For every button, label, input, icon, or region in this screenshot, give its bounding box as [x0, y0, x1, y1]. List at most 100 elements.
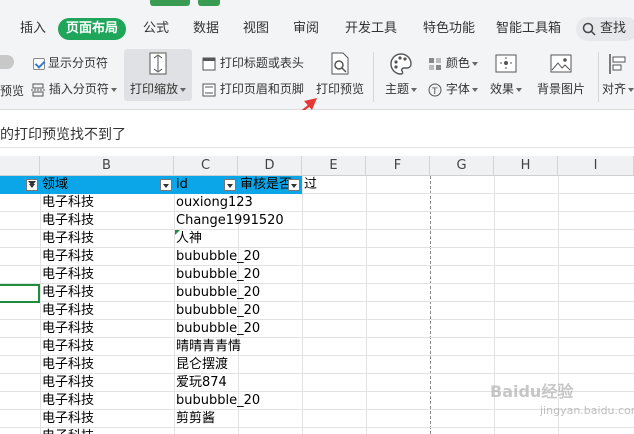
cell-domain[interactable]: 电子科技	[40, 284, 174, 302]
cell-a[interactable]	[0, 356, 40, 374]
background-image-button[interactable]: 背景图片	[532, 49, 590, 101]
preview-button-partial[interactable]: 预览	[0, 82, 24, 99]
cell-a[interactable]	[0, 428, 40, 434]
table-header-row: 领域 id 审核是否 过	[0, 176, 634, 194]
cell-a[interactable]	[0, 248, 40, 266]
column-header-h[interactable]: H	[494, 156, 558, 176]
tab-smart-toolbox[interactable]: 智能工具箱	[496, 18, 561, 40]
tab-insert[interactable]: 插入	[20, 18, 46, 40]
cell-domain[interactable]: 电子科技	[40, 428, 174, 434]
cell-id[interactable]: ouxiong123	[174, 194, 253, 212]
chevron-down-icon	[471, 61, 478, 66]
filter-active-icon[interactable]	[26, 179, 38, 191]
tab-review[interactable]: 审阅	[293, 18, 319, 40]
tab-features[interactable]: 特色功能	[423, 18, 475, 40]
print-header-footer-button[interactable]: 打印页眉和页脚	[202, 80, 304, 97]
tab-data[interactable]: 数据	[193, 18, 219, 40]
show-page-breaks-checkbox[interactable]: 显示分页符	[33, 54, 108, 71]
cell-a[interactable]	[0, 320, 40, 338]
cell-id[interactable]: bububble_20	[174, 284, 260, 302]
filter-dropdown-icon[interactable]	[288, 179, 300, 191]
effects-label: 效果	[489, 82, 514, 96]
cell-domain[interactable]: 电子科技	[40, 374, 174, 392]
cell-domain[interactable]: 电子科技	[40, 356, 174, 374]
question-title-bar: 的打印预览找不到了	[0, 122, 634, 148]
chevron-down-icon	[471, 87, 478, 92]
header-cell-a[interactable]	[0, 176, 40, 194]
header-overflow-cell[interactable]: 过	[302, 176, 366, 194]
tab-page-layout[interactable]: 页面布局	[58, 18, 127, 40]
cell-domain[interactable]: 电子科技	[40, 266, 174, 284]
header-cell-domain[interactable]: 领域	[40, 176, 174, 194]
cell-domain[interactable]: 电子科技	[40, 320, 174, 338]
page-break-toggle[interactable]	[0, 55, 14, 69]
filter-dropdown-icon[interactable]	[160, 179, 172, 191]
chevron-down-icon	[628, 87, 634, 92]
svg-text:T: T	[431, 87, 438, 97]
cell-domain[interactable]: 电子科技	[40, 248, 174, 266]
cell-domain[interactable]: 电子科技	[40, 410, 174, 428]
cell-id[interactable]: bububble_20	[174, 248, 260, 266]
cell-domain[interactable]: 电子科技	[40, 302, 174, 320]
filter-dropdown-icon[interactable]	[224, 179, 236, 191]
cell-id[interactable]: bububble_20	[174, 302, 260, 320]
cell-a[interactable]	[0, 392, 40, 410]
cell-a[interactable]	[0, 230, 40, 248]
cell-id[interactable]: 爱玩874	[174, 374, 238, 392]
menu-bar: 插入 页面布局 公式 数据 视图 审阅 开发工具 特色功能 智能工具箱 查找	[0, 10, 634, 46]
cell-id[interactable]: bububble_20	[174, 392, 260, 410]
cell-id[interactable]: bububble_20	[174, 266, 260, 284]
column-header-i[interactable]: I	[558, 156, 634, 176]
table-row: 电子科技 bububble_20	[0, 302, 634, 320]
active-cell-selection[interactable]	[0, 284, 40, 303]
column-header-g[interactable]: G	[430, 156, 494, 176]
column-header-e[interactable]: E	[302, 156, 366, 176]
tab-view[interactable]: 视图	[243, 18, 269, 40]
align-button[interactable]: 对齐	[602, 49, 634, 101]
print-preview-button[interactable]: 打印预览	[312, 49, 368, 101]
colors-button[interactable]: 颜色	[428, 54, 478, 71]
column-header-c[interactable]: C	[174, 156, 238, 176]
print-titles-button[interactable]: 打印标题或表头	[202, 54, 304, 71]
effects-icon	[495, 54, 517, 73]
cell-a[interactable]	[0, 194, 40, 212]
cell-id[interactable]: 昆仑摆渡	[174, 356, 238, 374]
tab-developer[interactable]: 开发工具	[345, 18, 397, 40]
header-cell-id[interactable]: id	[174, 176, 238, 194]
column-header-d[interactable]: D	[238, 156, 302, 176]
table-row: 电子科技 人神	[0, 230, 634, 248]
effects-button[interactable]: 效果	[486, 49, 526, 101]
question-title: 的打印预览找不到了	[0, 127, 126, 143]
column-header-b[interactable]: B	[40, 156, 174, 176]
spacer	[0, 110, 634, 122]
cell-id[interactable]: 剪剪酱	[174, 410, 238, 428]
cell-id[interactable]	[174, 428, 238, 434]
cell-id[interactable]: Change1991520	[174, 212, 284, 230]
tab-formulas[interactable]: 公式	[143, 18, 169, 40]
print-scale-button[interactable]: 打印缩放	[124, 49, 192, 101]
cell-domain[interactable]: 电子科技	[40, 338, 174, 356]
cell-a[interactable]	[0, 302, 40, 320]
cell-domain[interactable]: 电子科技	[40, 194, 174, 212]
insert-page-break-button[interactable]: 插入分页符	[31, 80, 117, 97]
header-domain-label: 领域	[42, 177, 69, 192]
print-scale-label: 打印缩放	[129, 82, 178, 96]
cell-a[interactable]	[0, 266, 40, 284]
cell-a[interactable]	[0, 374, 40, 392]
theme-button[interactable]: 主题	[382, 49, 420, 101]
column-header-a[interactable]	[0, 156, 40, 176]
fonts-button[interactable]: T 字体	[428, 80, 478, 97]
cell-id[interactable]: 人神	[174, 230, 238, 248]
search-box[interactable]: 查找	[576, 17, 634, 41]
header-cell-review[interactable]: 审核是否	[238, 176, 302, 194]
cell-id[interactable]: bububble_20	[174, 320, 260, 338]
cell-a[interactable]	[0, 410, 40, 428]
cell-domain[interactable]: 电子科技	[40, 392, 174, 410]
column-header-f[interactable]: F	[366, 156, 430, 176]
cell-id[interactable]: 晴晴青青情	[174, 338, 241, 356]
watermark-logo: Baidu经验	[490, 382, 574, 401]
cell-domain[interactable]: 电子科技	[40, 212, 174, 230]
cell-domain[interactable]: 电子科技	[40, 230, 174, 248]
cell-a[interactable]	[0, 212, 40, 230]
cell-a[interactable]	[0, 338, 40, 356]
